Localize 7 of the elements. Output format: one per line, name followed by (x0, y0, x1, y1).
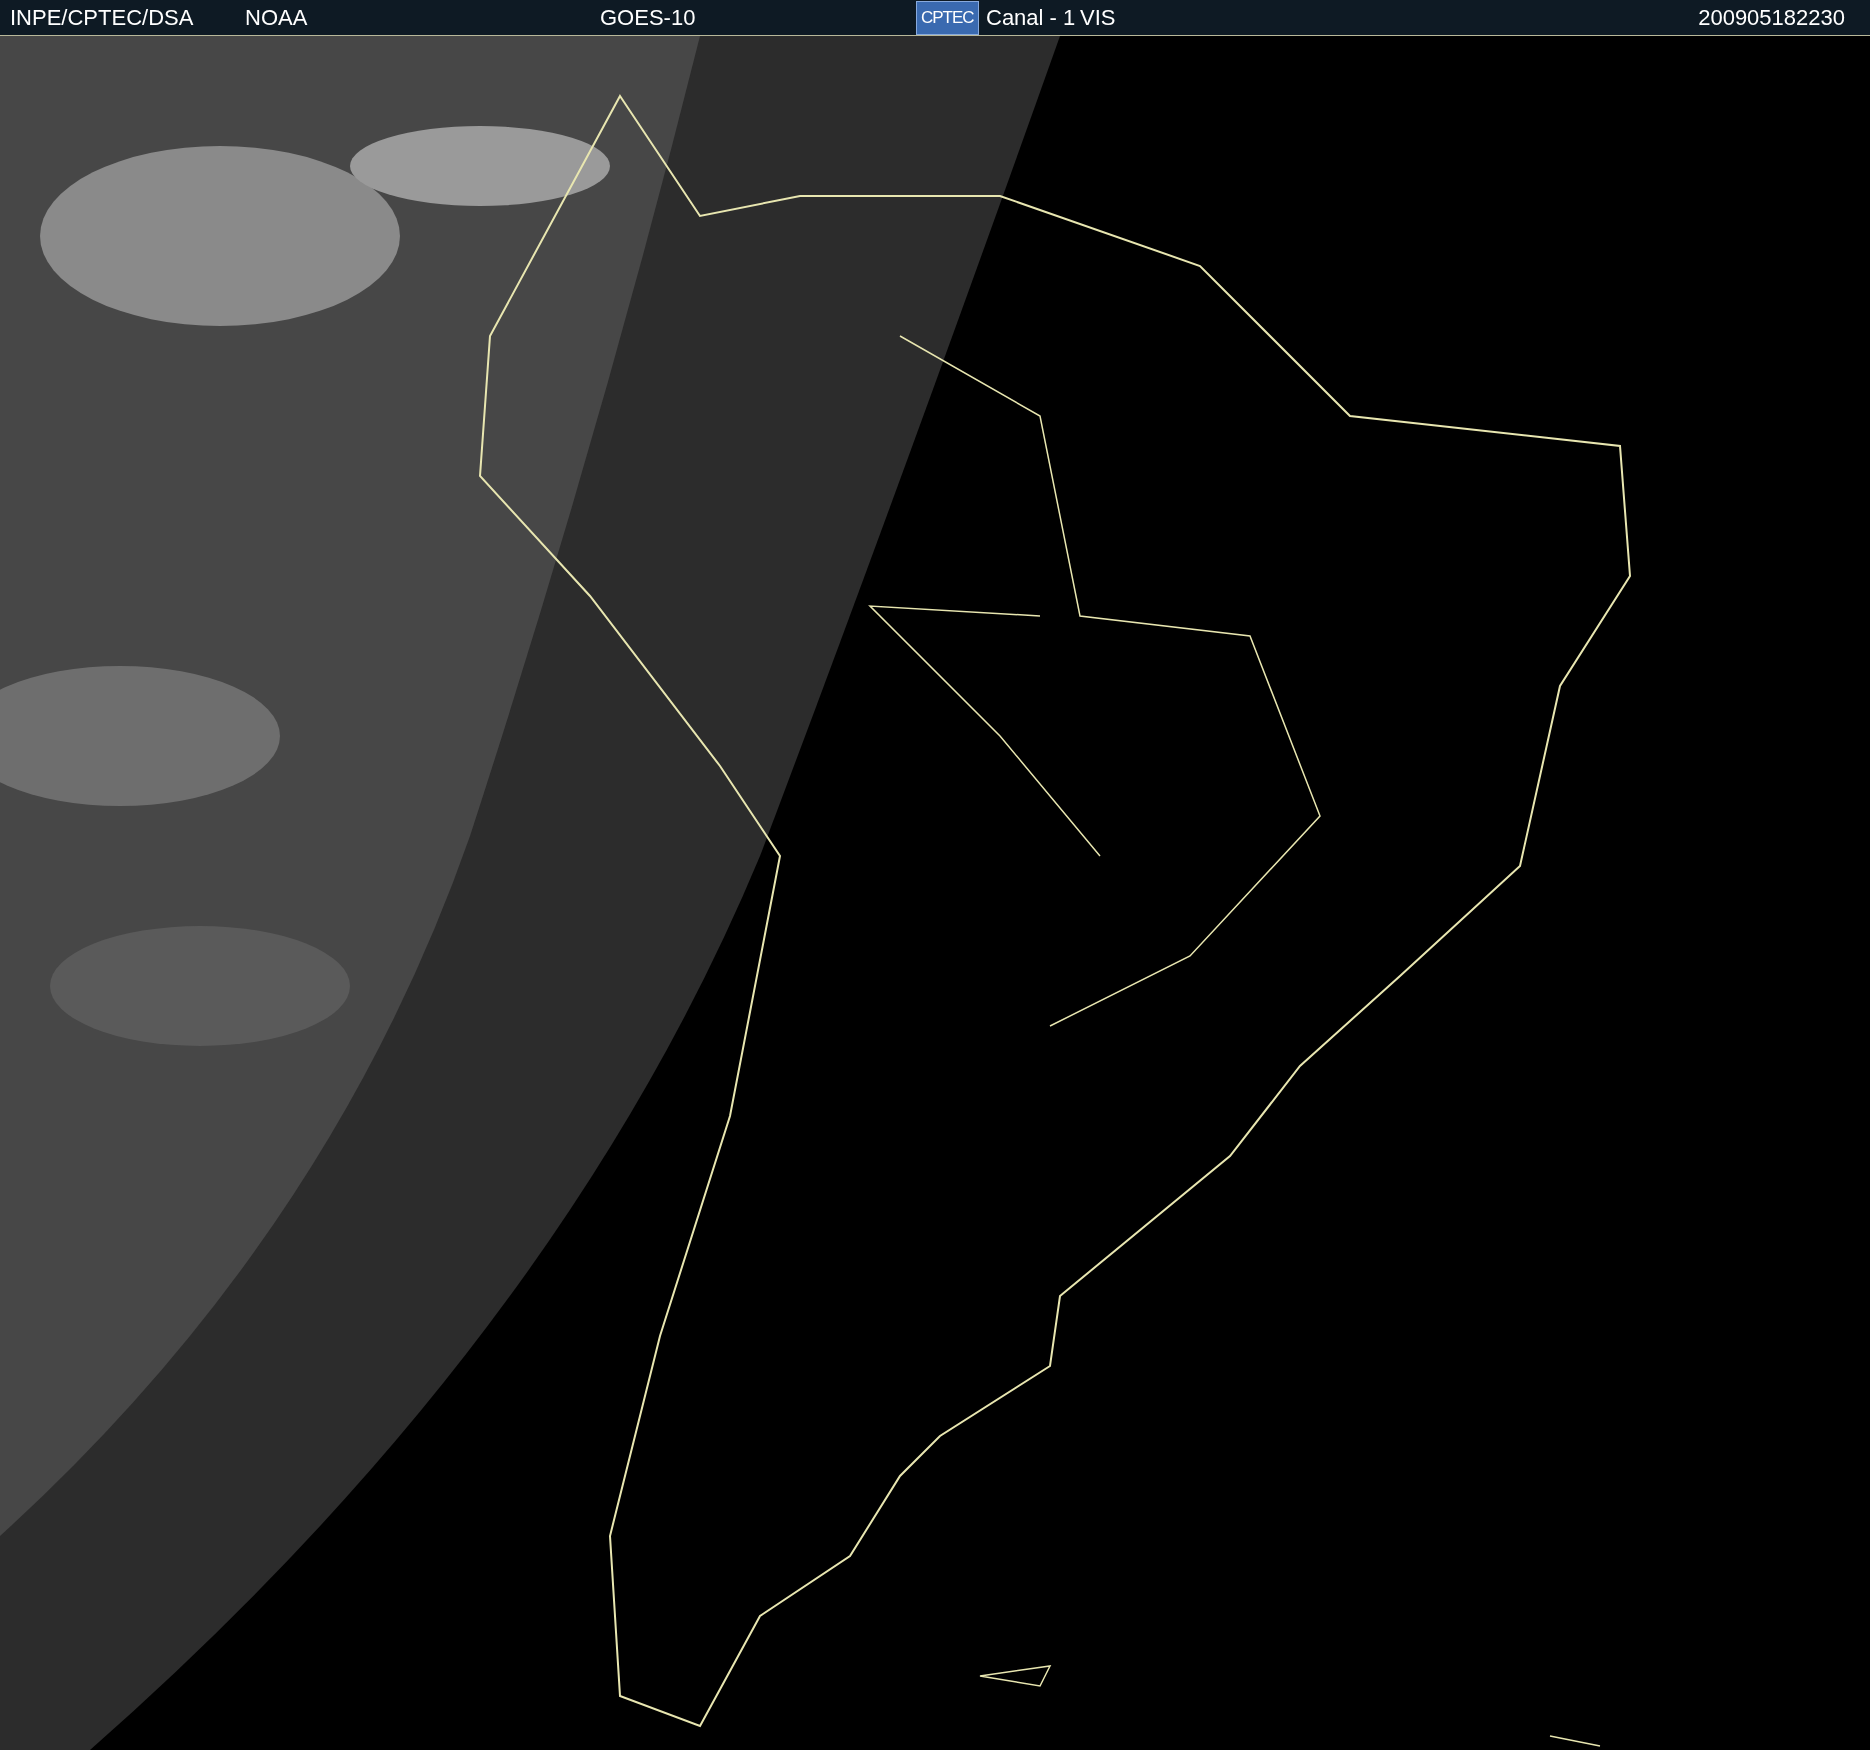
band-label: VIS (1080, 4, 1116, 31)
channel-label: Canal - 1 (986, 4, 1076, 31)
logo: CPTEC (916, 0, 979, 35)
timestamp-label: 200905182230 (1698, 4, 1845, 31)
agency-label: NOAA (245, 4, 308, 31)
source-label: INPE/CPTEC/DSA (10, 4, 194, 31)
satellite-label: GOES-10 (600, 4, 696, 31)
